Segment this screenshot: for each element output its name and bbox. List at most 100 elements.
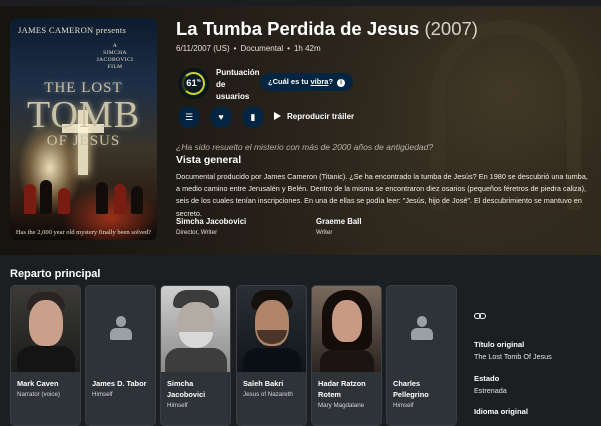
movie-info: La Tumba Perdida de Jesus (2007) 6/11/20… [176, 18, 591, 236]
genre-link[interactable]: Documental [240, 44, 283, 53]
cast-card[interactable]: Simcha Jacobovici Himself [160, 285, 231, 426]
cast-name[interactable]: James D. Tabor [92, 379, 154, 390]
overview-heading: Vista general [176, 154, 242, 166]
person-icon [110, 316, 132, 340]
cast-role: Jesus of Nazareth [243, 391, 293, 398]
poster-film-line: SIMCHA [103, 49, 127, 56]
cast-name-line: Saleh Bakri [243, 379, 284, 388]
cast-role: Himself [92, 391, 113, 398]
poster-credit: JAMES CAMERON presents [18, 25, 127, 35]
cast-card[interactable]: Hadar Ratzon Rotem Mary Magdalane [311, 285, 382, 426]
vibe-link[interactable]: vibra [311, 77, 329, 86]
cast-name-line: Hadar Ratzon [318, 379, 366, 388]
poster-film-line: A [112, 43, 118, 49]
poster-title: THE LOST TOMB OF JESUS [10, 80, 157, 150]
cast-card[interactable]: Charles Pellegrino Himself [386, 285, 457, 426]
heart-icon: ♥ [218, 112, 224, 122]
cast-name-line: Charles [393, 379, 421, 388]
play-icon [274, 112, 281, 120]
cast-name[interactable]: Mark Caven [17, 379, 79, 390]
status-label: Estado [474, 374, 500, 383]
original-language-label: Idioma original [474, 407, 529, 416]
crew-role: Writer [316, 229, 333, 236]
cast-photo-placeholder[interactable] [86, 286, 155, 372]
poster-figure [58, 188, 70, 214]
photo-detail [179, 332, 213, 348]
cast-card[interactable]: Saleh Bakri Jesus of Nazareth [236, 285, 307, 426]
add-to-list-button[interactable]: ☰ [178, 106, 200, 128]
photo-detail [29, 300, 63, 346]
original-title-label: Título original [474, 340, 525, 349]
poster-film-credit: A SIMCHA JACOBOVICI FILM [85, 43, 145, 71]
tagline: ¿Ha sido resuelto el misterio con más de… [176, 142, 434, 152]
photo-detail [320, 350, 374, 372]
cast-card[interactable]: Mark Caven Narrator (voice) [10, 285, 81, 426]
poster-figure [40, 180, 52, 214]
cast-photo[interactable] [312, 286, 381, 372]
score-unit: % [196, 78, 201, 83]
favorite-button[interactable]: ♥ [210, 106, 232, 128]
original-title-value: The Lost Tomb Of Jesus [474, 352, 552, 361]
poster-tagline: Has the 2,000 year old mystery finally b… [15, 229, 152, 236]
user-score-chart[interactable]: 61% [178, 68, 209, 99]
top-nav-edge [0, 0, 601, 6]
info-icon: i [337, 79, 346, 87]
cast-name-line: Pellegrino [393, 389, 429, 399]
vibe-button[interactable]: ¿Cuál es tu vibra? i [260, 73, 354, 91]
photo-detail [243, 348, 301, 372]
photo-detail [17, 346, 75, 372]
cast-card[interactable]: James D. Tabor Himself [85, 285, 156, 426]
person-icon [411, 316, 433, 340]
movie-title: La Tumba Perdida de Jesus (2007) [176, 18, 591, 40]
separator-dot: • [287, 44, 290, 53]
vibe-prefix: ¿Cuál es tu [268, 77, 311, 86]
separator-dot: • [233, 44, 237, 53]
photo-detail [332, 300, 362, 342]
poster-film-line: JACOBOVICI [96, 56, 134, 63]
crew-name[interactable]: Graeme Ball [316, 217, 466, 226]
play-trailer-button[interactable]: Reproducir tráiler [274, 106, 354, 128]
poster-figure [114, 184, 126, 214]
cast-heading: Reparto principal [10, 268, 101, 280]
vibe-suffix: ? [328, 77, 334, 86]
cast-photo[interactable] [161, 286, 230, 372]
cast-name-line: Jacobovici [167, 389, 206, 399]
status-value: Estrenada [474, 386, 507, 395]
runtime: 1h 42m [293, 44, 321, 53]
poster-title-line: TOMB [26, 94, 141, 136]
cast-name[interactable]: Saleh Bakri [243, 379, 305, 390]
crew-item: Graeme Ball Writer [316, 217, 466, 236]
cast-photo[interactable] [237, 286, 306, 372]
movie-facts: 6/11/2007 (US) • Documental • 1h 42m [176, 44, 591, 53]
score-label-line: usuarios [216, 92, 250, 101]
watchlist-button[interactable]: ▮ [242, 106, 264, 128]
movie-title-link[interactable]: La Tumba Perdida de Jesus [176, 18, 419, 39]
movie-poster[interactable]: JAMES CAMERON presents A SIMCHA JACOBOVI… [10, 18, 157, 240]
poster-figure [24, 184, 36, 214]
crew-name[interactable]: Simcha Jacobovici [176, 217, 326, 226]
crew-item: Simcha Jacobovici Director, Writer [176, 217, 326, 236]
score-row: 61% Puntuación de usuarios ¿Cuál es tu v… [176, 67, 591, 101]
cast-name[interactable]: Charles Pellegrino [393, 379, 455, 400]
cast-name-line: James D. Tabor [92, 379, 147, 388]
release-date: 6/11/2007 (US) [176, 44, 230, 53]
cast-role: Himself [167, 402, 188, 409]
cast-name[interactable]: Simcha Jacobovici [167, 379, 229, 400]
list-icon: ☰ [184, 112, 194, 122]
movie-year: (2007) [424, 18, 478, 39]
cast-name-line: Rotem [318, 389, 341, 399]
cast-photo[interactable] [11, 286, 80, 372]
score-number: 61 [186, 78, 197, 89]
overview-text: Documental producido por James Cameron (… [176, 172, 588, 218]
poster-figure [131, 186, 143, 214]
score-value: 61% [180, 78, 207, 89]
cast-photo-placeholder[interactable] [387, 286, 456, 372]
play-trailer-label: Reproducir tráiler [287, 112, 355, 121]
cast-name-line: Mark Caven [17, 379, 59, 388]
cast-name[interactable]: Hadar Ratzon Rotem [318, 379, 380, 400]
cast-name-line: Simcha [167, 379, 194, 388]
cast-role: Mary Magdalane [318, 402, 365, 409]
link-icon[interactable] [474, 311, 486, 321]
poster-film-line: FILM [107, 63, 123, 70]
bookmark-icon: ▮ [250, 112, 256, 122]
